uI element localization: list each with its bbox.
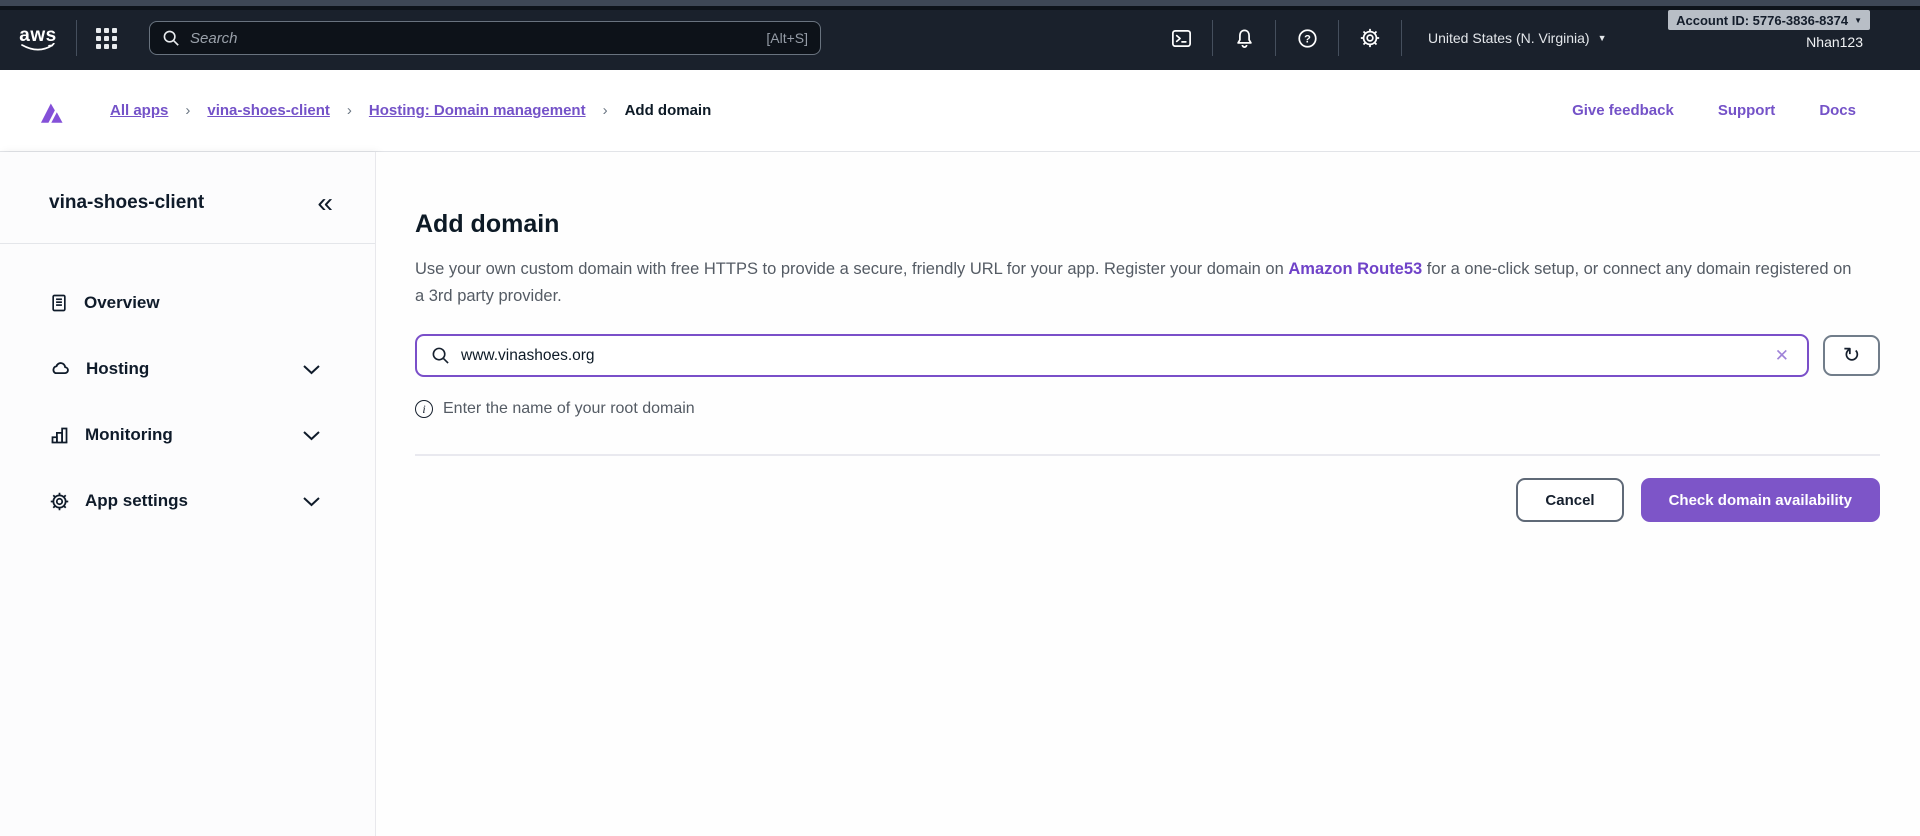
cloud-icon xyxy=(52,362,69,375)
svg-text:?: ? xyxy=(1304,33,1311,45)
sidebar-item-monitoring[interactable]: Monitoring xyxy=(0,402,375,468)
domain-input[interactable] xyxy=(461,346,1771,365)
sidebar-item-hosting[interactable]: Hosting xyxy=(0,336,375,402)
breadcrumb: All apps › vina-shoes-client › Hosting: … xyxy=(110,102,711,119)
sidebar-app-name: vina-shoes-client xyxy=(49,191,205,213)
intro-text: Use your own custom domain with free HTT… xyxy=(415,260,1852,305)
breadcrumb-all-apps[interactable]: All apps xyxy=(110,102,168,119)
docs-link[interactable]: Docs xyxy=(1819,102,1856,119)
gear-icon xyxy=(50,492,69,510)
main-panel: Add domain Use your own custom domain wi… xyxy=(376,152,1920,836)
breadcrumb-current-page: Add domain xyxy=(624,102,712,119)
sidebar: vina-shoes-client « Overview Hosting Mon… xyxy=(0,152,376,836)
check-domain-availability-button[interactable]: Check domain availability xyxy=(1640,478,1880,522)
amazon-route53-link[interactable]: Amazon Route53 xyxy=(1288,260,1422,278)
amplify-logo-icon[interactable] xyxy=(33,94,63,127)
top-navigation: aws [Alt+S] xyxy=(0,0,1920,70)
notifications-bell-icon[interactable] xyxy=(1213,10,1275,66)
sidebar-item-overview[interactable]: Overview xyxy=(0,270,375,336)
breadcrumb-separator-icon: › xyxy=(602,102,608,119)
account-id-label: Account ID: 5776-3836-8374 xyxy=(1676,12,1849,28)
aws-logo[interactable]: aws xyxy=(0,24,76,53)
clear-input-icon[interactable]: ✕ xyxy=(1771,346,1793,366)
chevron-down-icon xyxy=(303,430,320,440)
region-label: United States (N. Virginia) xyxy=(1428,30,1590,46)
app-launcher-grid-icon[interactable] xyxy=(77,10,135,66)
document-icon xyxy=(52,294,66,312)
aws-logo-text: aws xyxy=(19,24,57,46)
top-strip xyxy=(0,0,1920,10)
give-feedback-link[interactable]: Give feedback xyxy=(1572,102,1674,119)
sidebar-item-app-settings[interactable]: App settings xyxy=(0,468,375,534)
search-icon xyxy=(163,30,179,46)
chevron-down-icon xyxy=(303,364,320,374)
nav-search-box[interactable]: [Alt+S] xyxy=(149,21,821,55)
settings-gear-icon[interactable] xyxy=(1339,10,1401,66)
cloudshell-icon[interactable] xyxy=(1150,10,1212,66)
chevron-down-icon xyxy=(303,496,320,506)
region-selector[interactable]: United States (N. Virginia) ▼ xyxy=(1402,10,1633,66)
account-id-badge[interactable]: Account ID: 5776-3836-8374 ▼ xyxy=(1668,10,1870,30)
aws-smile-icon xyxy=(21,42,55,50)
chevron-down-icon: ▼ xyxy=(1854,15,1862,25)
breadcrumb-bar: All apps › vina-shoes-client › Hosting: … xyxy=(0,70,1920,152)
search-icon xyxy=(432,347,449,364)
info-icon: i xyxy=(415,400,433,418)
section-divider xyxy=(415,454,1880,456)
support-link[interactable]: Support xyxy=(1718,102,1776,119)
nav-search-input[interactable] xyxy=(190,29,767,47)
refresh-button[interactable]: ↻ xyxy=(1823,335,1880,376)
domain-input-box: ✕ xyxy=(415,334,1809,377)
bar-chart-icon xyxy=(51,427,68,443)
username-label: Nhan123 xyxy=(1806,34,1863,50)
breadcrumb-separator-icon: › xyxy=(346,102,352,119)
chevron-down-icon: ▼ xyxy=(1597,33,1607,43)
breadcrumb-domain-management[interactable]: Hosting: Domain management xyxy=(369,102,586,119)
helper-text: Enter the name of your root domain xyxy=(443,400,695,417)
input-helper: i Enter the name of your root domain xyxy=(415,400,1880,418)
sidebar-collapse-icon[interactable]: « xyxy=(317,188,333,216)
breadcrumb-separator-icon: › xyxy=(185,102,191,119)
page-title: Add domain xyxy=(415,210,560,238)
help-icon[interactable]: ? xyxy=(1276,10,1338,66)
cancel-button[interactable]: Cancel xyxy=(1516,478,1624,522)
search-shortcut-hint: [Alt+S] xyxy=(766,30,808,46)
refresh-icon: ↻ xyxy=(1842,344,1861,367)
breadcrumb-app[interactable]: vina-shoes-client xyxy=(207,102,330,119)
